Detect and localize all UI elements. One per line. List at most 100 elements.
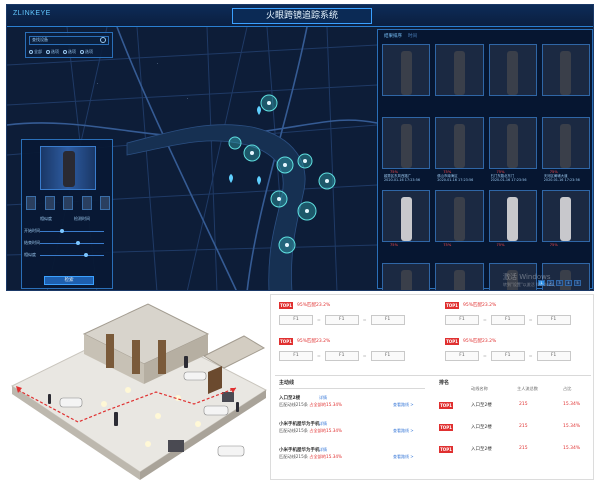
- feature-box[interactable]: F1: [279, 315, 313, 325]
- result-image[interactable]: [541, 190, 590, 242]
- top-badge: TOP1: [439, 402, 453, 409]
- result-image[interactable]: [382, 44, 431, 96]
- page-button[interactable]: 5: [574, 280, 581, 286]
- person-silhouette: [560, 51, 572, 95]
- filter-option[interactable]: 选项: [63, 48, 76, 56]
- result-card[interactable]: 75% 越秀区东风西路广 2020-01-16 17:23:56: [382, 117, 431, 185]
- floorplan-illustration[interactable]: [8, 294, 270, 480]
- svg-text:·: ·: [157, 61, 158, 66]
- results-grid: 75% 越秀区东风西路广 2020-01-16 17:23:56 75% 佛山市南海区 2…: [382, 44, 590, 290]
- page-button[interactable]: 4: [565, 280, 572, 286]
- result-image[interactable]: [488, 44, 537, 96]
- result-image[interactable]: [382, 117, 431, 169]
- thumbnail[interactable]: [26, 196, 36, 210]
- result-image[interactable]: [382, 190, 431, 242]
- result-image[interactable]: [488, 117, 537, 169]
- result-card[interactable]: [382, 44, 431, 112]
- result-image[interactable]: [435, 263, 484, 290]
- feature-box[interactable]: F1: [490, 351, 525, 361]
- thumbnail[interactable]: [44, 196, 55, 210]
- section-divider: [275, 375, 591, 376]
- results-sort-time[interactable]: 时间: [408, 33, 417, 39]
- result-image[interactable]: [541, 44, 590, 96]
- results-sort-label[interactable]: 结果排序: [384, 33, 402, 39]
- device-search-panel: 查找设备 全部 选项 选项 选项: [25, 32, 113, 58]
- result-image[interactable]: [488, 190, 537, 242]
- feature-box[interactable]: F1: [370, 315, 405, 325]
- filter-option[interactable]: 选项: [80, 48, 93, 56]
- thumbnail[interactable]: [100, 196, 110, 210]
- result-card[interactable]: 75%海珠区2020-01-17 08:12:30: [435, 263, 484, 290]
- result-similarity: 75%: [549, 243, 558, 247]
- feature-box[interactable]: F1: [445, 315, 479, 325]
- match-card: TOP1 95%匹配23.2% F1 = F1 = F1: [441, 299, 589, 335]
- result-card[interactable]: 75%: [488, 190, 537, 258]
- feature-box[interactable]: F1: [536, 351, 571, 361]
- result-image[interactable]: [382, 263, 431, 290]
- result-card[interactable]: 75%: [382, 190, 431, 258]
- rank-count: 215: [519, 402, 528, 407]
- rank-percent: 15.34%: [563, 424, 581, 429]
- rank-percent: 15.34%: [563, 402, 581, 407]
- thumbnail[interactable]: [81, 196, 92, 210]
- equals-sign: =: [483, 317, 487, 323]
- equals-sign: =: [483, 353, 487, 359]
- person-silhouette: [453, 270, 465, 290]
- result-image[interactable]: [435, 44, 484, 96]
- view-route-button[interactable]: 查看路线 >: [393, 454, 414, 460]
- device-search-input[interactable]: 查找设备: [29, 36, 109, 45]
- track-item: 入口至2楼 详情 匹配动线215条 占全部的15.34% 查看路线 >: [279, 395, 427, 415]
- slider-handle[interactable]: [76, 241, 80, 245]
- result-image[interactable]: [435, 117, 484, 169]
- radio-icon: [80, 50, 84, 54]
- target-person-image[interactable]: [40, 146, 96, 190]
- system-title: 火眼跨镜追踪系统: [232, 8, 372, 24]
- end-time-slider[interactable]: [40, 243, 104, 244]
- formula-row: F1 = F1 = F1: [445, 351, 571, 361]
- result-card[interactable]: 75%天河区天河北路2020-01-17 08:12:30: [382, 263, 431, 290]
- top-badge: TOP1: [279, 338, 293, 345]
- slider-handle[interactable]: [84, 253, 88, 257]
- view-route-button[interactable]: 查看路线 >: [393, 402, 414, 408]
- equals-sign: =: [528, 317, 533, 323]
- view-route-button[interactable]: 查看路线 >: [393, 428, 414, 434]
- result-card[interactable]: [435, 44, 484, 112]
- result-image[interactable]: [541, 117, 590, 169]
- track-detail-link[interactable]: 详情: [319, 395, 327, 401]
- result-card[interactable]: 75%: [541, 190, 590, 258]
- feature-box[interactable]: F1: [536, 315, 571, 325]
- result-card[interactable]: 75% 石门东路北东门 2020-01-16 17:23:56: [488, 117, 537, 185]
- search-button[interactable]: 检索: [44, 276, 94, 285]
- track-name: 小米手机屋华为手机: [279, 448, 320, 453]
- person-silhouette: [453, 51, 465, 95]
- start-time-slider[interactable]: [40, 231, 104, 232]
- rank-col-count: 主人流总数: [517, 386, 538, 391]
- result-card[interactable]: 75% 佛山市南海区 2020-01-16 17:23:56: [435, 117, 484, 185]
- result-card[interactable]: [488, 44, 537, 112]
- thumbnail[interactable]: [63, 196, 73, 210]
- rank-col-name: 动线名称: [471, 386, 488, 391]
- person-silhouette: [453, 197, 465, 241]
- result-image[interactable]: [435, 190, 484, 242]
- search-icon[interactable]: [100, 37, 106, 43]
- feature-box[interactable]: F1: [370, 351, 405, 361]
- result-card[interactable]: [541, 44, 590, 112]
- feature-box[interactable]: F1: [324, 351, 359, 361]
- result-caption: 天河区黄埔大道 2020-01-16 17:23:56: [543, 174, 580, 182]
- person-silhouette: [400, 51, 412, 95]
- similarity-slider[interactable]: [40, 255, 104, 256]
- track-name: 入口至2楼: [279, 396, 301, 401]
- track-detail-link[interactable]: 详情: [319, 447, 327, 453]
- result-card[interactable]: 75%: [435, 190, 484, 258]
- feature-box[interactable]: F1: [490, 315, 525, 325]
- feature-box[interactable]: F1: [279, 351, 313, 361]
- feature-box[interactable]: F1: [324, 315, 359, 325]
- filter-option[interactable]: 全部: [29, 48, 42, 56]
- target-thumbnails: [26, 196, 110, 210]
- tracking-system-screen: · · · ZLINKEYE 火眼跨镜追踪系统 查找设备 全部 选项 选项 选项: [6, 4, 594, 291]
- slider-handle[interactable]: [60, 229, 64, 233]
- filter-option[interactable]: 选项: [46, 48, 59, 56]
- track-detail-link[interactable]: 详情: [319, 421, 327, 427]
- result-card[interactable]: 75% 天河区黄埔大道 2020-01-16 17:23:56: [541, 117, 590, 185]
- feature-box[interactable]: F1: [445, 351, 479, 361]
